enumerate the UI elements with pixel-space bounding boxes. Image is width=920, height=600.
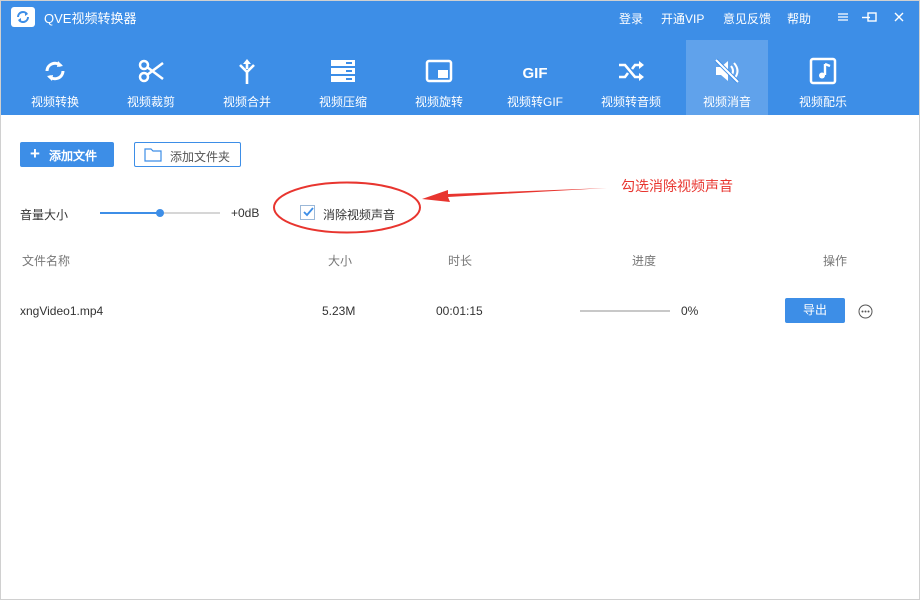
- tool-video-gif[interactable]: GIF 视频转GIF: [494, 40, 576, 115]
- tool-label: 视频转GIF: [507, 95, 563, 109]
- tool-label: 视频转换: [30, 95, 79, 109]
- tool-bar: 视频转换 视频裁剪 视频合并 视频压缩 视频旋转 GIF 视频转GIF 视频转音…: [0, 40, 920, 115]
- vip-link[interactable]: 开通VIP: [661, 10, 704, 27]
- tool-label: 视频配乐: [798, 95, 847, 109]
- compress-icon: [331, 60, 355, 82]
- app-logo-icon: [11, 7, 35, 27]
- slider-fill: [100, 212, 160, 214]
- slider-thumb[interactable]: [156, 209, 164, 217]
- annotation-text: 勾选消除视频声音: [621, 178, 733, 194]
- gif-icon: GIF: [523, 65, 548, 82]
- music-icon: [809, 57, 837, 85]
- file-duration: 00:01:15: [436, 304, 483, 318]
- file-name: xngVideo1.mp4: [20, 304, 104, 318]
- annotation-arrow: [422, 188, 607, 202]
- tool-label: 视频压缩: [318, 95, 367, 109]
- feedback-link[interactable]: 意见反馈: [723, 10, 771, 27]
- help-link[interactable]: 帮助: [787, 10, 811, 27]
- tool-video-music[interactable]: 视频配乐: [782, 40, 864, 115]
- close-icon[interactable]: [891, 9, 907, 25]
- menu-icon[interactable]: [835, 9, 851, 25]
- add-file-label: 添加文件: [49, 149, 98, 163]
- tool-video-compress[interactable]: 视频压缩: [302, 40, 384, 115]
- refresh-icon: [45, 61, 65, 81]
- shuffle-icon: [619, 61, 644, 81]
- tool-video-rotate[interactable]: 视频旋转: [398, 40, 480, 115]
- more-options-icon[interactable]: [858, 304, 873, 319]
- tool-video-convert[interactable]: 视频转换: [14, 40, 96, 115]
- file-size: 5.23M: [322, 304, 356, 318]
- tool-label: 视频消音: [702, 95, 751, 109]
- annotation-ellipse: [273, 181, 421, 234]
- progress-bar: [580, 310, 670, 312]
- plus-icon: +: [30, 144, 40, 163]
- column-header-actions: 操作: [823, 254, 848, 268]
- app-header: QVE视频转换器 登录 开通VIP 意见反馈 帮助 视频转换 视频裁剪 视频合并…: [0, 0, 920, 115]
- volume-value: +0dB: [231, 206, 260, 220]
- tool-label: 视频转音频: [600, 95, 661, 109]
- title-bar: QVE视频转换器 登录 开通VIP 意见反馈 帮助: [0, 0, 920, 34]
- add-folder-button[interactable]: 添加文件夹: [134, 142, 241, 167]
- volume-label: 音量大小: [20, 208, 69, 222]
- tool-video-merge[interactable]: 视频合并: [206, 40, 288, 115]
- export-button[interactable]: 导出: [785, 298, 845, 323]
- tool-label: 视频旋转: [414, 95, 463, 109]
- tool-label: 视频裁剪: [126, 95, 175, 109]
- mute-icon: [714, 58, 740, 84]
- folder-icon: [144, 148, 162, 162]
- merge-icon: [239, 59, 255, 84]
- tool-video-mute[interactable]: 视频消音: [686, 40, 768, 115]
- login-link[interactable]: 登录: [619, 10, 643, 27]
- progress-text: 0%: [681, 304, 699, 318]
- add-file-button[interactable]: + 添加文件: [20, 142, 114, 167]
- volume-slider[interactable]: [100, 207, 220, 219]
- tool-video-cut[interactable]: 视频裁剪: [110, 40, 192, 115]
- app-title: QVE视频转换器: [44, 11, 137, 26]
- tool-label: 视频合并: [222, 95, 271, 109]
- column-header-progress: 进度: [632, 254, 657, 268]
- column-header-size: 大小: [328, 254, 353, 268]
- tool-video-to-audio[interactable]: 视频转音频: [590, 40, 672, 115]
- scissors-icon: [138, 59, 164, 83]
- column-header-name: 文件名称: [22, 254, 71, 268]
- maximize-icon[interactable]: [864, 9, 880, 25]
- add-folder-label: 添加文件夹: [170, 150, 231, 164]
- column-header-duration: 时长: [448, 254, 473, 268]
- svg-text:GIF: GIF: [523, 65, 548, 82]
- rotate-icon: [425, 59, 453, 83]
